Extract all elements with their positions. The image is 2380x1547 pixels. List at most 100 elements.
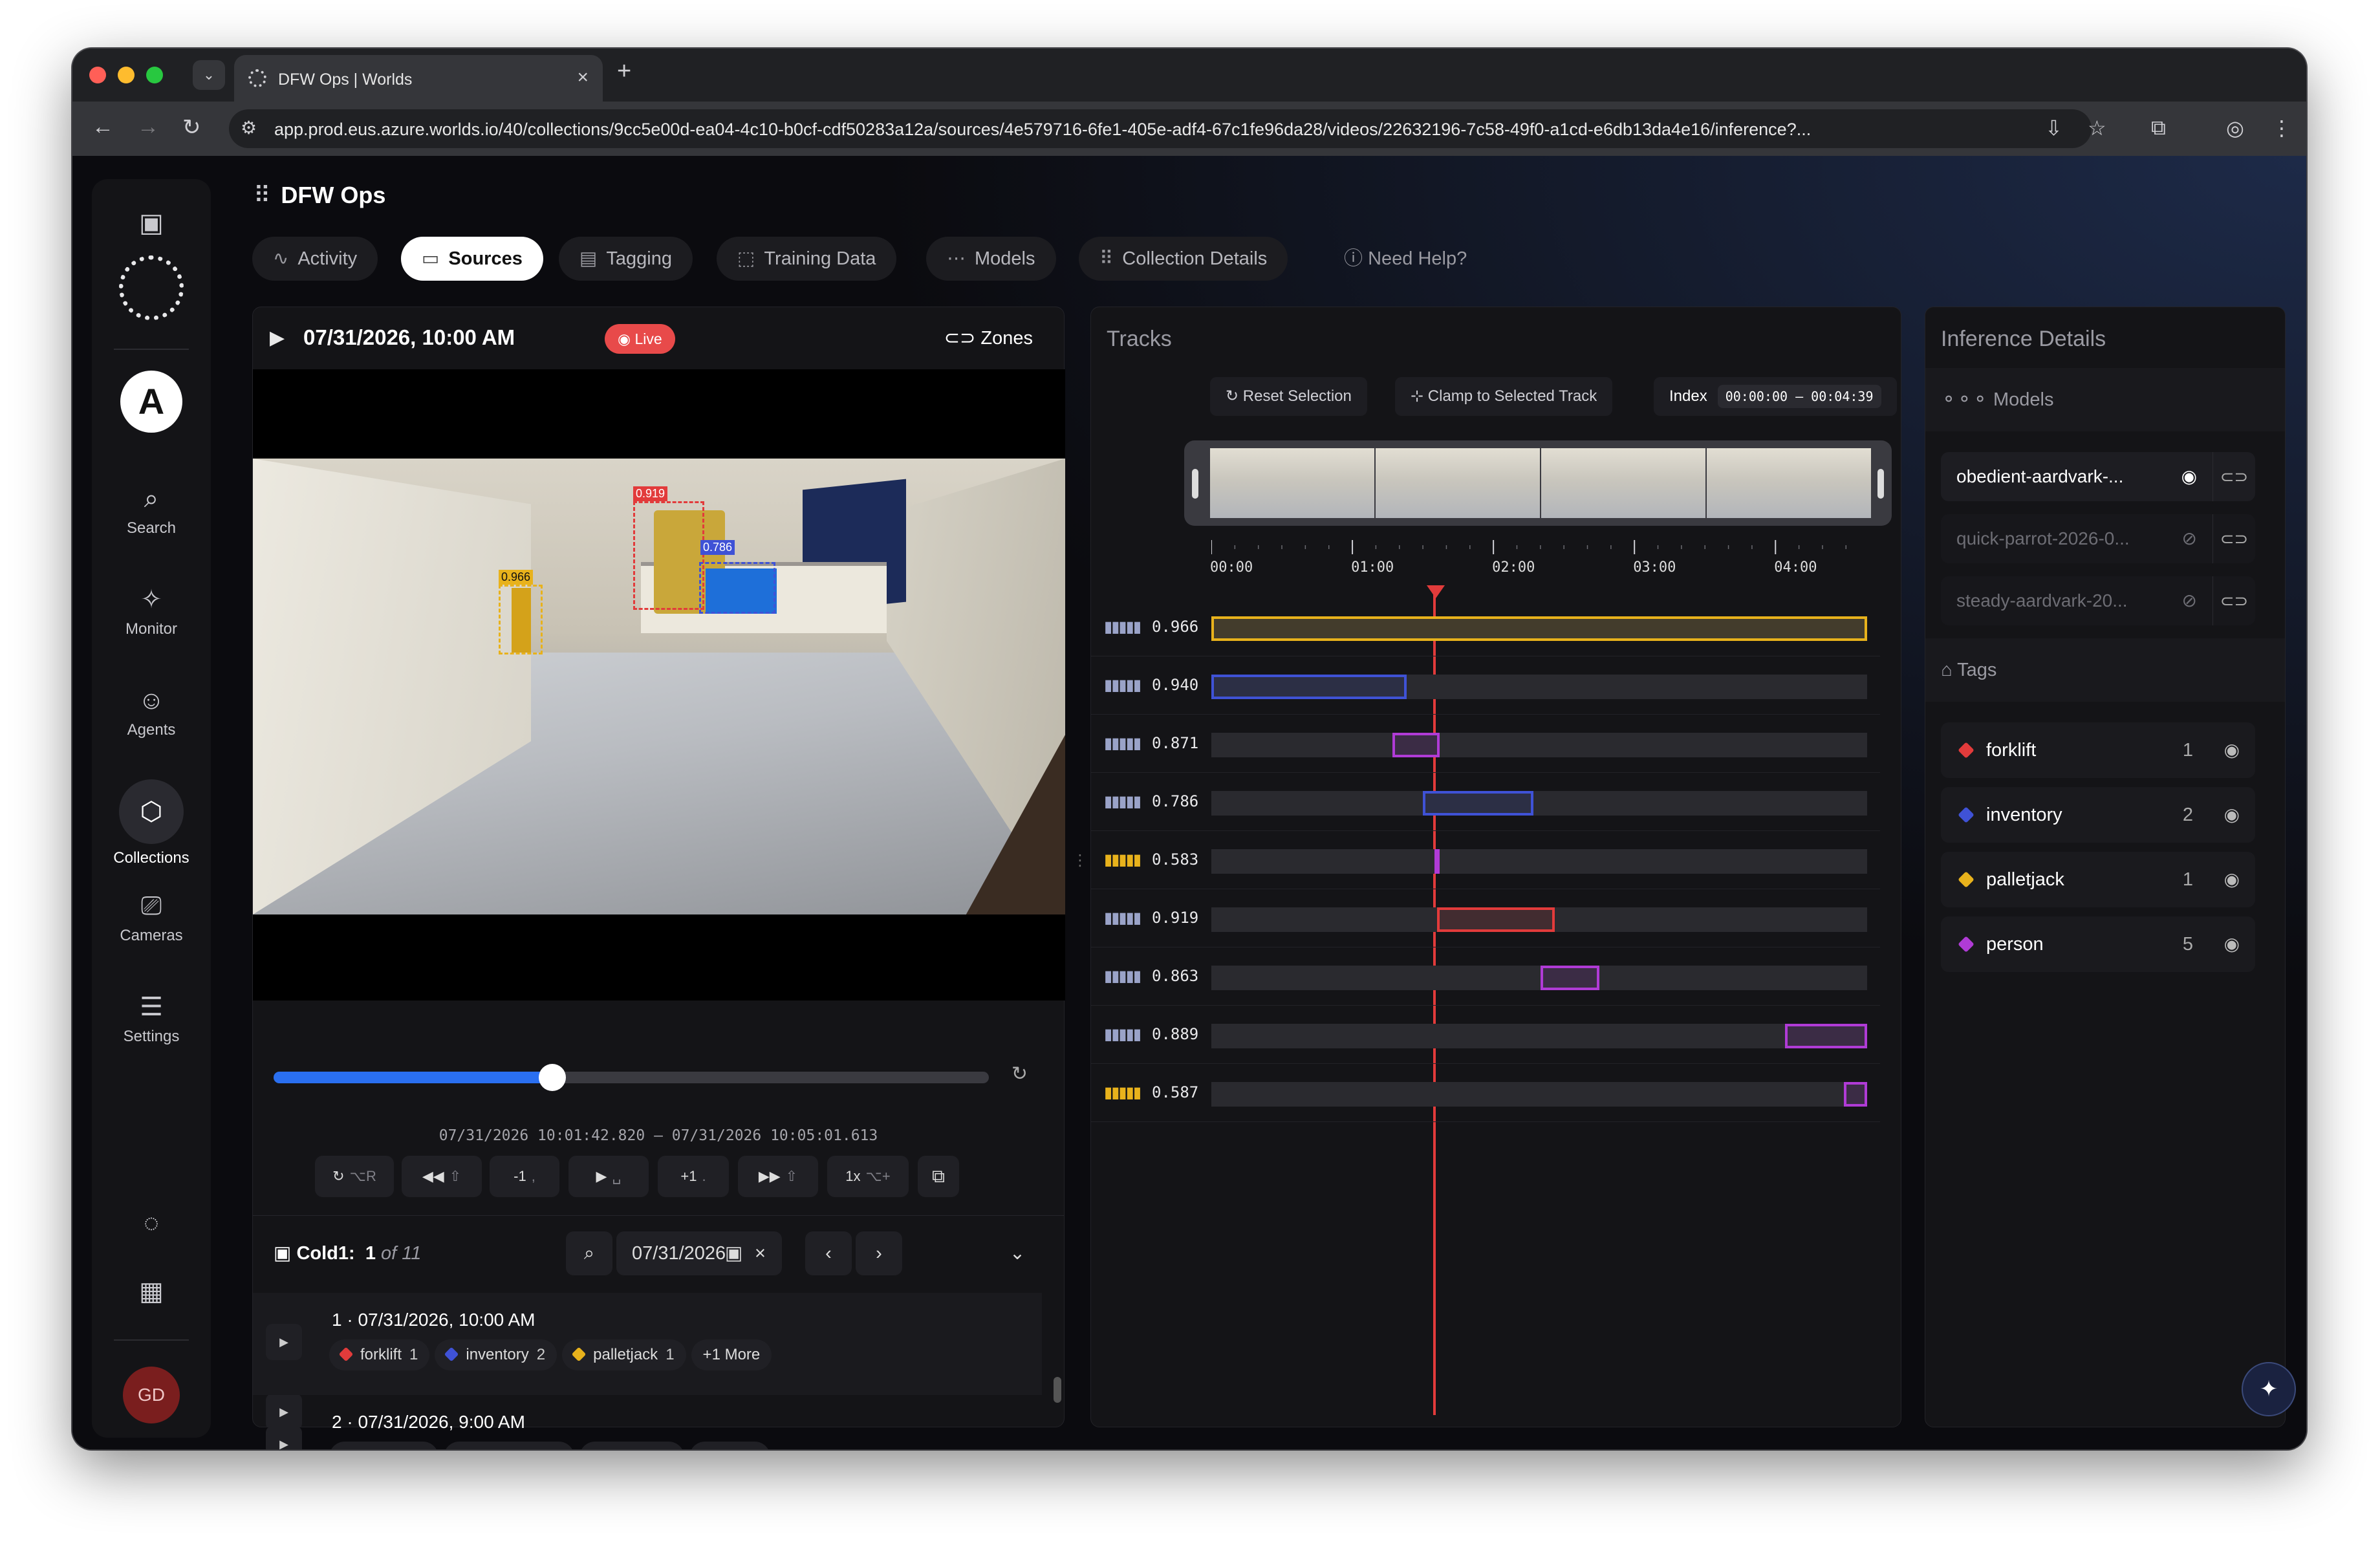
eye-off-icon[interactable]: ⊘ [2182,514,2197,563]
sidebar-item-agents[interactable]: ☺ Agents [92,685,211,739]
sidebar-item-search[interactable]: ⌕ Search [92,483,211,537]
previous-page-button[interactable]: ‹ [805,1231,852,1275]
apps-grid-icon[interactable]: ⠿ [254,182,270,208]
collapse-button[interactable]: ⌄ [994,1231,1041,1275]
reset-selection-button[interactable]: ↻ Reset Selection [1210,377,1367,416]
date-picker[interactable]: 07/31/2026 ▣ × [616,1231,782,1275]
model-item[interactable]: obedient-aardvark-... ◉ ⊂⊃ [1941,452,2255,501]
play-button[interactable]: ▶ ␣ [568,1156,649,1197]
play-clip-button[interactable]: ▶ [266,1426,302,1449]
fast-forward-button[interactable]: ▶▶ ⇧ [738,1156,818,1197]
detection-box-inventory[interactable] [699,562,775,614]
site-info-icon[interactable]: ⚙ [241,117,257,138]
rewind-button[interactable]: ◀◀ ⇧ [402,1156,482,1197]
tag-chip-inventory[interactable]: inventory 2 [435,1339,557,1370]
track-segment[interactable] [1540,966,1599,990]
scrubber-handle[interactable] [539,1064,567,1091]
sidebar-item-collections[interactable]: ⬡ Collections [92,779,211,867]
tag-chip-forklift[interactable]: forklift 1 [329,1339,430,1370]
clip-list-scrollbar[interactable] [1054,1377,1061,1403]
tag-chip-pallet[interactable]: pallet 17 [579,1442,684,1449]
step-back-button[interactable]: -1, [490,1156,559,1197]
tab-training-data[interactable]: ⬚ Training Data [717,237,897,281]
next-page-button[interactable]: › [856,1231,902,1275]
tag-row-inventory[interactable]: inventory 2 ◉ [1941,787,2255,843]
eye-icon[interactable]: ◉ [2181,452,2197,501]
install-app-icon[interactable]: ⇩ [2045,116,2062,140]
eye-icon[interactable]: ◉ [2224,916,2240,972]
link-icon[interactable]: ⊂⊃ [2212,452,2255,501]
new-tab-button[interactable]: + [617,58,631,85]
copy-button[interactable]: ⧉ [918,1156,959,1197]
track-segment[interactable] [1436,907,1555,932]
building-button[interactable]: ▦ [92,1276,211,1307]
forward-button[interactable]: → [137,114,159,140]
profile-icon[interactable]: ◎ [2226,116,2244,140]
track-segment[interactable] [1434,849,1440,874]
toggle-sidebar-icon[interactable]: ▣ [92,208,211,239]
close-window-button[interactable] [89,67,106,83]
calendar-icon[interactable]: ▣ [725,1231,742,1275]
bookmark-star-icon[interactable]: ☆ [2088,116,2106,140]
minimize-window-button[interactable] [118,67,135,83]
maximize-window-button[interactable] [146,67,163,83]
track-segment[interactable] [1211,616,1867,641]
link-icon[interactable]: ⊂⊃ [2212,514,2255,563]
more-tags-chip[interactable]: +2 More [689,1442,770,1449]
sidebar-item-monitor[interactable]: ✧ Monitor [92,584,211,638]
tag-chip-inventory[interactable]: inventory 54 [443,1442,574,1449]
track-segment[interactable] [1423,791,1533,816]
play-clip-button[interactable]: ▶ [266,1324,302,1360]
tag-row-forklift[interactable]: forklift 1 ◉ [1941,722,2255,778]
sidebar-item-settings[interactable]: ☰ Settings [92,991,211,1046]
org-logo[interactable]: A [120,371,182,433]
browser-tab[interactable]: DFW Ops | Worlds × [234,55,603,102]
refresh-icon[interactable]: ↻ [1012,1063,1028,1085]
track-segment[interactable] [1392,733,1440,757]
tab-tagging[interactable]: ▤ Tagging [559,237,693,281]
replay-button[interactable]: ↻ ⌥R [315,1156,394,1197]
trim-handle-left[interactable] [1192,469,1198,499]
ai-assistant-button[interactable]: ✦ [2242,1362,2296,1416]
track-row[interactable]: ▮▮▮▮▮ 0.871 [1091,715,1880,773]
video-scrubber[interactable] [274,1064,989,1091]
track-row[interactable]: ▮▮▮▮▮ 0.786 [1091,773,1880,831]
playhead-marker[interactable] [1427,585,1445,598]
tab-models[interactable]: ⋯ Models [926,237,1056,281]
track-row[interactable]: ▮▮▮▮▮ 0.919 [1091,889,1880,947]
track-segment[interactable] [1784,1024,1867,1048]
reload-button[interactable]: ↻ [182,114,201,140]
eye-off-icon[interactable]: ⊘ [2182,576,2197,625]
step-forward-button[interactable]: +1. [658,1156,729,1197]
browser-menu-icon[interactable]: ⋮ [2271,116,2292,140]
extensions-icon[interactable]: ⧉ [2151,116,2166,140]
tab-search-button[interactable]: ⌄ [193,60,225,90]
track-row[interactable]: ▮▮▮▮▮ 0.863 [1091,947,1880,1006]
clip-search-button[interactable]: ⌕ [566,1231,612,1275]
link-icon[interactable]: ⊂⊃ [2212,576,2255,625]
close-tab-icon[interactable]: × [577,67,589,89]
track-segment[interactable] [1211,675,1407,699]
tab-collection-details[interactable]: ⠿ Collection Details [1079,237,1288,281]
tab-activity[interactable]: ∿ Activity [252,237,378,281]
more-tags-chip[interactable]: +1 More [691,1339,772,1370]
tag-row-person[interactable]: person 5 ◉ [1941,916,2255,972]
trim-handle-right[interactable] [1877,469,1884,499]
track-row[interactable]: ▮▮▮▮▮ 0.583 [1091,831,1880,889]
worlds-logo[interactable] [119,255,184,320]
model-item[interactable]: quick-parrot-2026-0... ⊘ ⊂⊃ [1941,514,2255,563]
timeline-thumbnails[interactable] [1184,440,1892,526]
clear-date-icon[interactable]: × [755,1231,766,1275]
playback-speed-button[interactable]: 1x ⌥+ [827,1156,909,1197]
address-bar[interactable]: ⚙ app.prod.eus.azure.worlds.io/40/collec… [229,109,2092,148]
model-item[interactable]: steady-aardvark-20... ⊘ ⊂⊃ [1941,576,2255,625]
panel-resize-handle[interactable]: ⋮ [1072,851,1088,870]
eye-icon[interactable]: ◉ [2224,722,2240,778]
clamp-to-track-button[interactable]: ⊹ Clamp to Selected Track [1395,377,1613,416]
track-row[interactable]: ▮▮▮▮▮ 0.889 [1091,1006,1880,1064]
eye-icon[interactable]: ◉ [2224,787,2240,843]
tab-sources[interactable]: ▭ Sources [401,237,543,281]
sidebar-item-cameras[interactable]: ⎚ Cameras [92,891,211,945]
tag-chip-palletjack[interactable]: palletjack 1 [562,1339,686,1370]
zones-toggle[interactable]: ⊂⊃ Zones [944,327,1033,349]
